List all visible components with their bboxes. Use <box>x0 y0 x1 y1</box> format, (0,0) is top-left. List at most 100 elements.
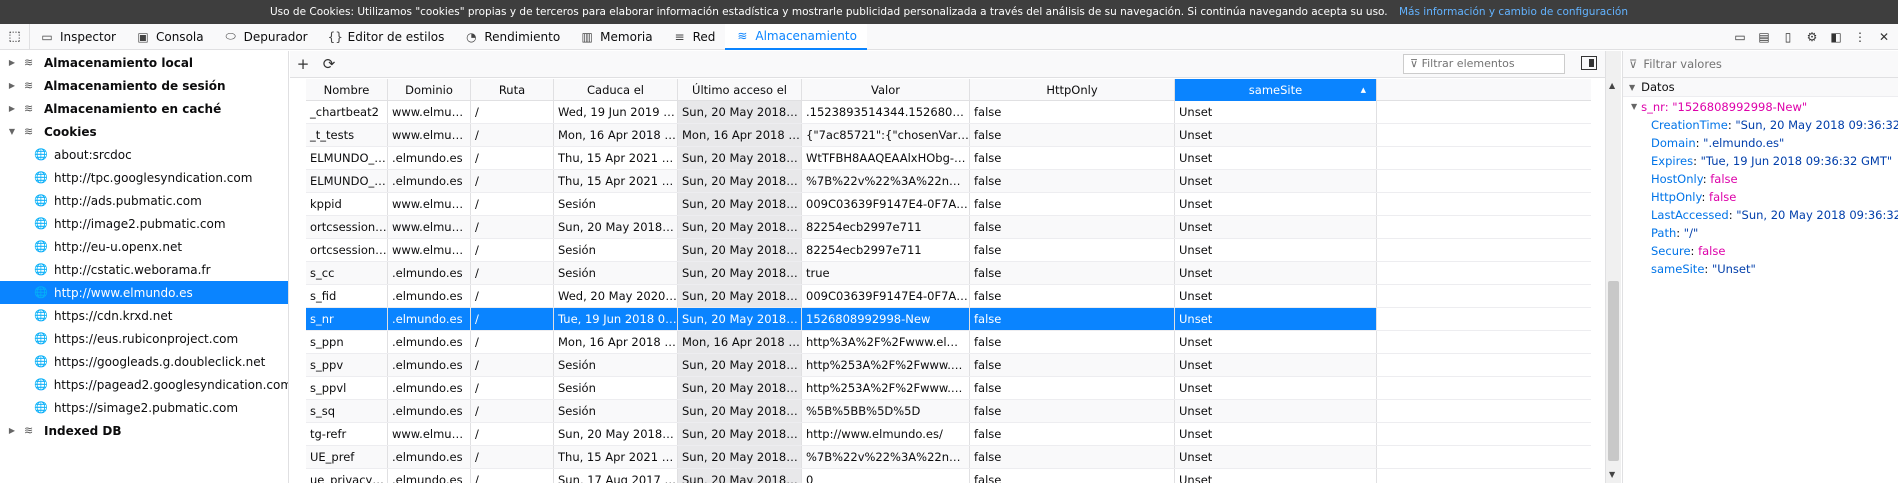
property-row[interactable]: Expires: "Tue, 19 Jun 2018 09:36:32 GMT" <box>1623 152 1898 170</box>
tab-depurador[interactable]: ⬭ Depurador <box>214 24 318 50</box>
table-row[interactable]: ue_privacyPolicy.elmundo.es/Sun, 17 Aug … <box>306 469 1591 483</box>
data-section-header[interactable]: ▼ Datos <box>1623 78 1898 97</box>
table-row[interactable]: _t_testswww.elmundo.es/Mon, 16 Apr 2018 … <box>306 124 1591 147</box>
dock-side-icon[interactable]: ◧ <box>1828 30 1844 44</box>
tree-host-label: https://pagead2.googlesyndication.com <box>53 377 289 392</box>
property-row[interactable]: Secure: false <box>1623 242 1898 260</box>
property-row[interactable]: sameSite: "Unset" <box>1623 260 1898 278</box>
tree-host-item[interactable]: 🌐 http://image2.pubmatic.com <box>0 212 288 235</box>
tab-memoria[interactable]: ▥ Memoria <box>570 24 662 50</box>
table-row[interactable]: s_ppv .elmundo.es / Sesión Sun, 20 May 2018 … <box>306 354 1591 377</box>
column-header-httponly[interactable]: HttpOnly <box>970 79 1175 101</box>
table-row[interactable]: tg-refrwww.elmundo.es/Sun, 20 May 2018 0… <box>306 423 1591 446</box>
tree-host-item[interactable]: 🌐 http://tpc.googlesyndication.com <box>0 166 288 189</box>
tree-host-item[interactable]: 🌐 http://ads.pubmatic.com <box>0 189 288 212</box>
column-header-samesite[interactable]: sameSite <box>1175 79 1377 101</box>
table-row[interactable]: ortcsession-m...www.elmundo.es/Sun, 20 M… <box>306 216 1591 239</box>
table-cell: true <box>802 262 970 284</box>
table-cell: Sun, 20 May 2018 09:36:3... <box>678 147 802 169</box>
table-cell: %7B%22v%22%3A%22n%22%2C%... <box>802 446 970 468</box>
property-row[interactable]: CreationTime: "Sun, 20 May 2018 09:36:32… <box>1623 116 1898 134</box>
table-row[interactable]: s_sq .elmundo.es / Sesión Sun, 20 May 2018 0… <box>306 400 1591 423</box>
property-row[interactable]: HttpOnly: false <box>1623 188 1898 206</box>
chevron-right-icon[interactable]: ▶ <box>6 81 18 90</box>
table-cell: Tue, 19 Jun 2018 09:36:32... <box>554 308 678 330</box>
globe-icon: 🌐 <box>34 148 48 161</box>
property-row[interactable]: HostOnly: false <box>1623 170 1898 188</box>
tree-host-item[interactable]: 🌐 https://googleads.g.doubleclick.net <box>0 350 288 373</box>
globe-icon: 🌐 <box>34 401 48 414</box>
chevron-down-icon[interactable]: ▼ <box>6 127 18 136</box>
toggle-sidebar-icon[interactable] <box>1581 56 1597 70</box>
column-header-nombre[interactable]: Nombre <box>306 79 388 101</box>
tab-red[interactable]: ≡ Red <box>663 24 726 50</box>
table-row[interactable]: kppidwww.elmundo.es/SesiónSun, 20 May 20… <box>306 193 1591 216</box>
table-cell: / <box>471 354 554 376</box>
tree-host-item[interactable]: 🌐 https://pagead2.googlesyndication.com <box>0 373 288 396</box>
split-console-icon[interactable]: ▤ <box>1756 30 1772 44</box>
menu-icon[interactable]: ⋮ <box>1852 30 1868 44</box>
tree-item-almacenamiento-en-cach-[interactable]: ▶ ≋ Almacenamiento en caché <box>0 97 288 120</box>
table-row[interactable]: _chartbeat2www.elmundo.es/Wed, 19 Jun 20… <box>306 101 1591 124</box>
property-root[interactable]: ▼ s_nr: "1526808992998-New" <box>1623 97 1898 116</box>
tree-item-cookies[interactable]: ▼ ≋ Cookies <box>0 120 288 143</box>
cookie-banner-link[interactable]: Más información y cambio de configuració… <box>1399 6 1628 18</box>
property-row[interactable]: Path: "/" <box>1623 224 1898 242</box>
add-item-icon[interactable]: + <box>290 55 316 73</box>
tree-item-almacenamiento-de-sesi-n[interactable]: ▶ ≋ Almacenamiento de sesión <box>0 74 288 97</box>
scrollbar-thumb[interactable] <box>1608 281 1619 461</box>
tab-consola[interactable]: ▣ Consola <box>126 24 214 50</box>
tab-editor-de-estilos[interactable]: {} Editor de estilos <box>318 24 455 50</box>
tree-host-item[interactable]: 🌐 about:srcdoc <box>0 143 288 166</box>
scroll-down-icon[interactable]: ▼ <box>1609 470 1615 479</box>
tab-rendimiento[interactable]: ◔ Rendimiento <box>454 24 570 50</box>
tree-host-item[interactable]: 🌐 http://www.elmundo.es <box>0 281 288 304</box>
table-cell: / <box>471 400 554 422</box>
table-row[interactable]: s_nr.elmundo.es/Tue, 19 Jun 2018 09:36:3… <box>306 308 1591 331</box>
column-header--ltimo-acceso-el[interactable]: Último acceso el <box>678 79 802 101</box>
table-row[interactable]: ELMUNDO_idusr.elmundo.es/Thu, 15 Apr 202… <box>306 147 1591 170</box>
tree-host-label: http://eu-u.openx.net <box>54 239 183 254</box>
table-cell: .elmundo.es <box>388 285 471 307</box>
property-row[interactable]: LastAccessed: "Sun, 20 May 2018 09:36:32… <box>1623 206 1898 224</box>
tree-host-item[interactable]: 🌐 https://cdn.krxd.net <box>0 304 288 327</box>
tree-item-indexed-db[interactable]: ▶ ≋ Indexed DB <box>0 419 288 442</box>
tree-host-item[interactable]: 🌐 http://cstatic.weborama.fr <box>0 258 288 281</box>
table-cell: 0 <box>802 469 970 483</box>
filter-values-input[interactable]: ⊽ Filtrar valores <box>1623 51 1898 78</box>
column-header-dominio[interactable]: Dominio <box>388 79 471 101</box>
tree-host-item[interactable]: 🌐 http://eu-u.openx.net <box>0 235 288 258</box>
tree-host-item[interactable]: 🌐 https://simage2.pubmatic.com <box>0 396 288 419</box>
table-cell: false <box>970 446 1175 468</box>
property-row[interactable]: Domain: ".elmundo.es" <box>1623 134 1898 152</box>
table-row[interactable]: s_ppvl .elmundo.es / Sesión Sun, 20 May 2018… <box>306 377 1591 400</box>
tab-almacenamiento[interactable]: ≋ Almacenamiento <box>725 23 867 50</box>
tree-host-item[interactable]: 🌐 https://eus.rubiconproject.com <box>0 327 288 350</box>
column-header-caduca-el[interactable]: Caduca el <box>554 79 678 101</box>
table-row[interactable]: UE_pref.elmundo.es/Thu, 15 Apr 2021 15:4… <box>306 446 1591 469</box>
element-picker-button[interactable]: ⬚ <box>0 23 30 50</box>
dock-icon[interactable]: ▭ <box>1732 30 1748 44</box>
settings-gear-icon[interactable]: ⚙ <box>1804 30 1820 44</box>
table-cell: Sun, 20 May 2018 10:06:4... <box>554 216 678 238</box>
table-cell: Unset <box>1175 147 1377 169</box>
close-icon[interactable]: ✕ <box>1876 30 1892 44</box>
chevron-right-icon[interactable]: ▶ <box>6 426 18 435</box>
table-row[interactable]: s_ppn.elmundo.es/Mon, 16 Apr 2018 16:15:… <box>306 331 1591 354</box>
filter-items-input[interactable]: ⊽ Filtrar elementos <box>1403 54 1565 74</box>
table-row[interactable]: s_cc .elmundo.es / Sesión Sun, 20 May 2018 0… <box>306 262 1591 285</box>
table-scrollbar[interactable]: ▲ ▼ <box>1605 51 1621 483</box>
table-cell: Wed, 20 May 2020 09:36:... <box>554 285 678 307</box>
table-row[interactable]: ELMUNDO_pref.elmundo.es/Thu, 15 Apr 2021… <box>306 170 1591 193</box>
chevron-right-icon[interactable]: ▶ <box>6 58 18 67</box>
responsive-design-icon[interactable]: ▯ <box>1780 30 1796 44</box>
table-row[interactable]: s_fid.elmundo.es/Wed, 20 May 2020 09:36:… <box>306 285 1591 308</box>
chevron-right-icon[interactable]: ▶ <box>6 104 18 113</box>
scroll-up-icon[interactable]: ▲ <box>1609 81 1615 90</box>
tree-item-almacenamiento-local[interactable]: ▶ ≋ Almacenamiento local <box>0 51 288 74</box>
tab-inspector[interactable]: ▭ Inspector <box>30 24 126 50</box>
column-header-ruta[interactable]: Ruta <box>471 79 554 101</box>
column-header-valor[interactable]: Valor <box>802 79 970 101</box>
table-row[interactable]: ortcsession-m...www.elmundo.es/SesiónSun… <box>306 239 1591 262</box>
refresh-icon[interactable]: ⟳ <box>316 55 342 73</box>
